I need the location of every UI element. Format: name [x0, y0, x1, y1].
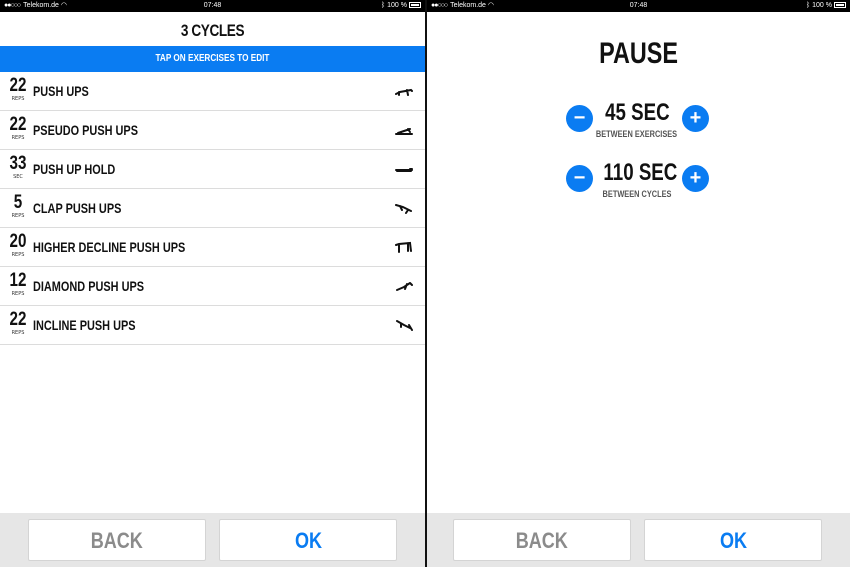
exercise-pause-stepper: − 45 SEC + BETWEEN EXERCISES — [427, 99, 850, 145]
exercise-list-screen: ●●○○○ Telekom.de ◠ 07:48 ᛒ 100 % 3 CYCLES… — [0, 0, 425, 567]
incline-push-up-icon — [396, 320, 413, 331]
bluetooth-icon: ᛒ — [805, 2, 811, 9]
battery-icon — [409, 2, 421, 8]
decline-push-up-icon — [395, 241, 412, 253]
status-bar: ●●○○○ Telekom.de ◠ 07:48 ᛒ 100 % — [427, 0, 850, 12]
cycle-pause-value: 110 SEC — [603, 159, 678, 186]
plank-hold-icon — [395, 168, 413, 172]
footer-bar: BACK OK — [427, 513, 850, 567]
exercise-row[interactable]: 12 REPS DIAMOND PUSH UPS — [0, 267, 425, 306]
battery-label: 100 % — [387, 2, 407, 9]
battery-icon — [834, 2, 846, 8]
exercise-count-unit: REPS — [11, 291, 25, 297]
push-up-icon — [395, 88, 413, 96]
exercise-count-value: 22 — [9, 114, 27, 135]
exercise-count-value: 33 — [9, 153, 27, 174]
exercise-count: 22 REPS — [4, 310, 32, 337]
exercise-name: PSEUDO PUSH UPS — [33, 122, 138, 138]
exercise-count-unit: REPS — [11, 330, 25, 336]
exercise-count-value: 12 — [9, 270, 27, 291]
clock: 07:48 — [203, 2, 222, 9]
exercise-name: HIGHER DECLINE PUSH UPS — [33, 239, 186, 255]
battery-label: 100 % — [812, 2, 832, 9]
exercise-count: 22 REPS — [4, 115, 32, 142]
status-bar: ●●○○○ Telekom.de ◠ 07:48 ᛒ 100 % — [0, 0, 425, 12]
back-button[interactable]: BACK — [28, 519, 206, 561]
edit-hint-label: TAP ON EXERCISES TO EDIT — [155, 53, 270, 64]
exercise-name: PUSH UP HOLD — [33, 161, 116, 177]
exercise-count-value: 22 — [9, 309, 27, 330]
exercise-count-value: 20 — [9, 231, 27, 252]
exercise-row[interactable]: 5 REPS CLAP PUSH UPS — [0, 189, 425, 228]
cycle-pause-label: BETWEEN CYCLES — [602, 189, 672, 199]
exercise-count-unit: REPS — [11, 135, 25, 141]
decrease-exercise-pause-button[interactable]: − — [566, 105, 593, 132]
edit-hint-banner: TAP ON EXERCISES TO EDIT — [0, 46, 425, 72]
exercise-pause-value: 45 SEC — [605, 99, 670, 126]
exercise-row[interactable]: 20 REPS HIGHER DECLINE PUSH UPS — [0, 228, 425, 267]
exercise-count: 12 REPS — [4, 271, 32, 298]
exercise-name: PUSH UPS — [33, 83, 89, 99]
exercise-count-value: 5 — [13, 192, 23, 213]
exercise-count: 22 REPS — [4, 76, 32, 103]
exercise-count: 33 SEC — [4, 154, 32, 181]
exercise-name: DIAMOND PUSH UPS — [33, 278, 145, 294]
exercise-count: 20 REPS — [4, 232, 32, 259]
increase-cycle-pause-button[interactable]: + — [682, 165, 709, 192]
exercise-count-unit: REPS — [11, 252, 25, 258]
ok-button[interactable]: OK — [219, 519, 397, 561]
pause-settings-screen: ●●○○○ Telekom.de ◠ 07:48 ᛒ 100 % PAUSE − … — [427, 0, 850, 567]
exercise-count-unit: SEC — [13, 174, 23, 180]
page-title: 3 CYCLES — [180, 21, 245, 40]
footer-bar: BACK OK — [0, 513, 425, 567]
exercise-count: 5 REPS — [4, 193, 32, 220]
exercise-list: 22 REPS PUSH UPS 22 REPS PSEUDO PUSH UPS 33 SEC… — [0, 72, 425, 345]
clock: 07:48 — [629, 2, 648, 9]
bluetooth-icon: ᛒ — [380, 2, 386, 9]
exercise-name: CLAP PUSH UPS — [33, 200, 122, 216]
exercise-row[interactable]: 22 REPS PUSH UPS — [0, 72, 425, 111]
cycle-pause-stepper: − 110 SEC + BETWEEN CYCLES — [427, 159, 850, 205]
exercise-row[interactable]: 33 SEC PUSH UP HOLD — [0, 150, 425, 189]
ok-button[interactable]: OK — [644, 519, 822, 561]
diamond-push-up-icon — [396, 282, 413, 291]
back-button[interactable]: BACK — [453, 519, 631, 561]
exercise-pause-label: BETWEEN EXERCISES — [596, 129, 678, 139]
exercise-count-unit: REPS — [11, 96, 25, 102]
exercise-row[interactable]: 22 REPS INCLINE PUSH UPS — [0, 306, 425, 345]
decrease-cycle-pause-button[interactable]: − — [566, 165, 593, 192]
pause-title: PAUSE — [599, 37, 678, 70]
pseudo-push-up-icon — [395, 128, 413, 135]
exercise-name: INCLINE PUSH UPS — [33, 317, 136, 333]
clap-push-up-icon — [395, 204, 412, 214]
exercise-count-value: 22 — [9, 75, 27, 96]
exercise-row[interactable]: 22 REPS PSEUDO PUSH UPS — [0, 111, 425, 150]
increase-exercise-pause-button[interactable]: + — [682, 105, 709, 132]
exercise-count-unit: REPS — [11, 213, 25, 219]
